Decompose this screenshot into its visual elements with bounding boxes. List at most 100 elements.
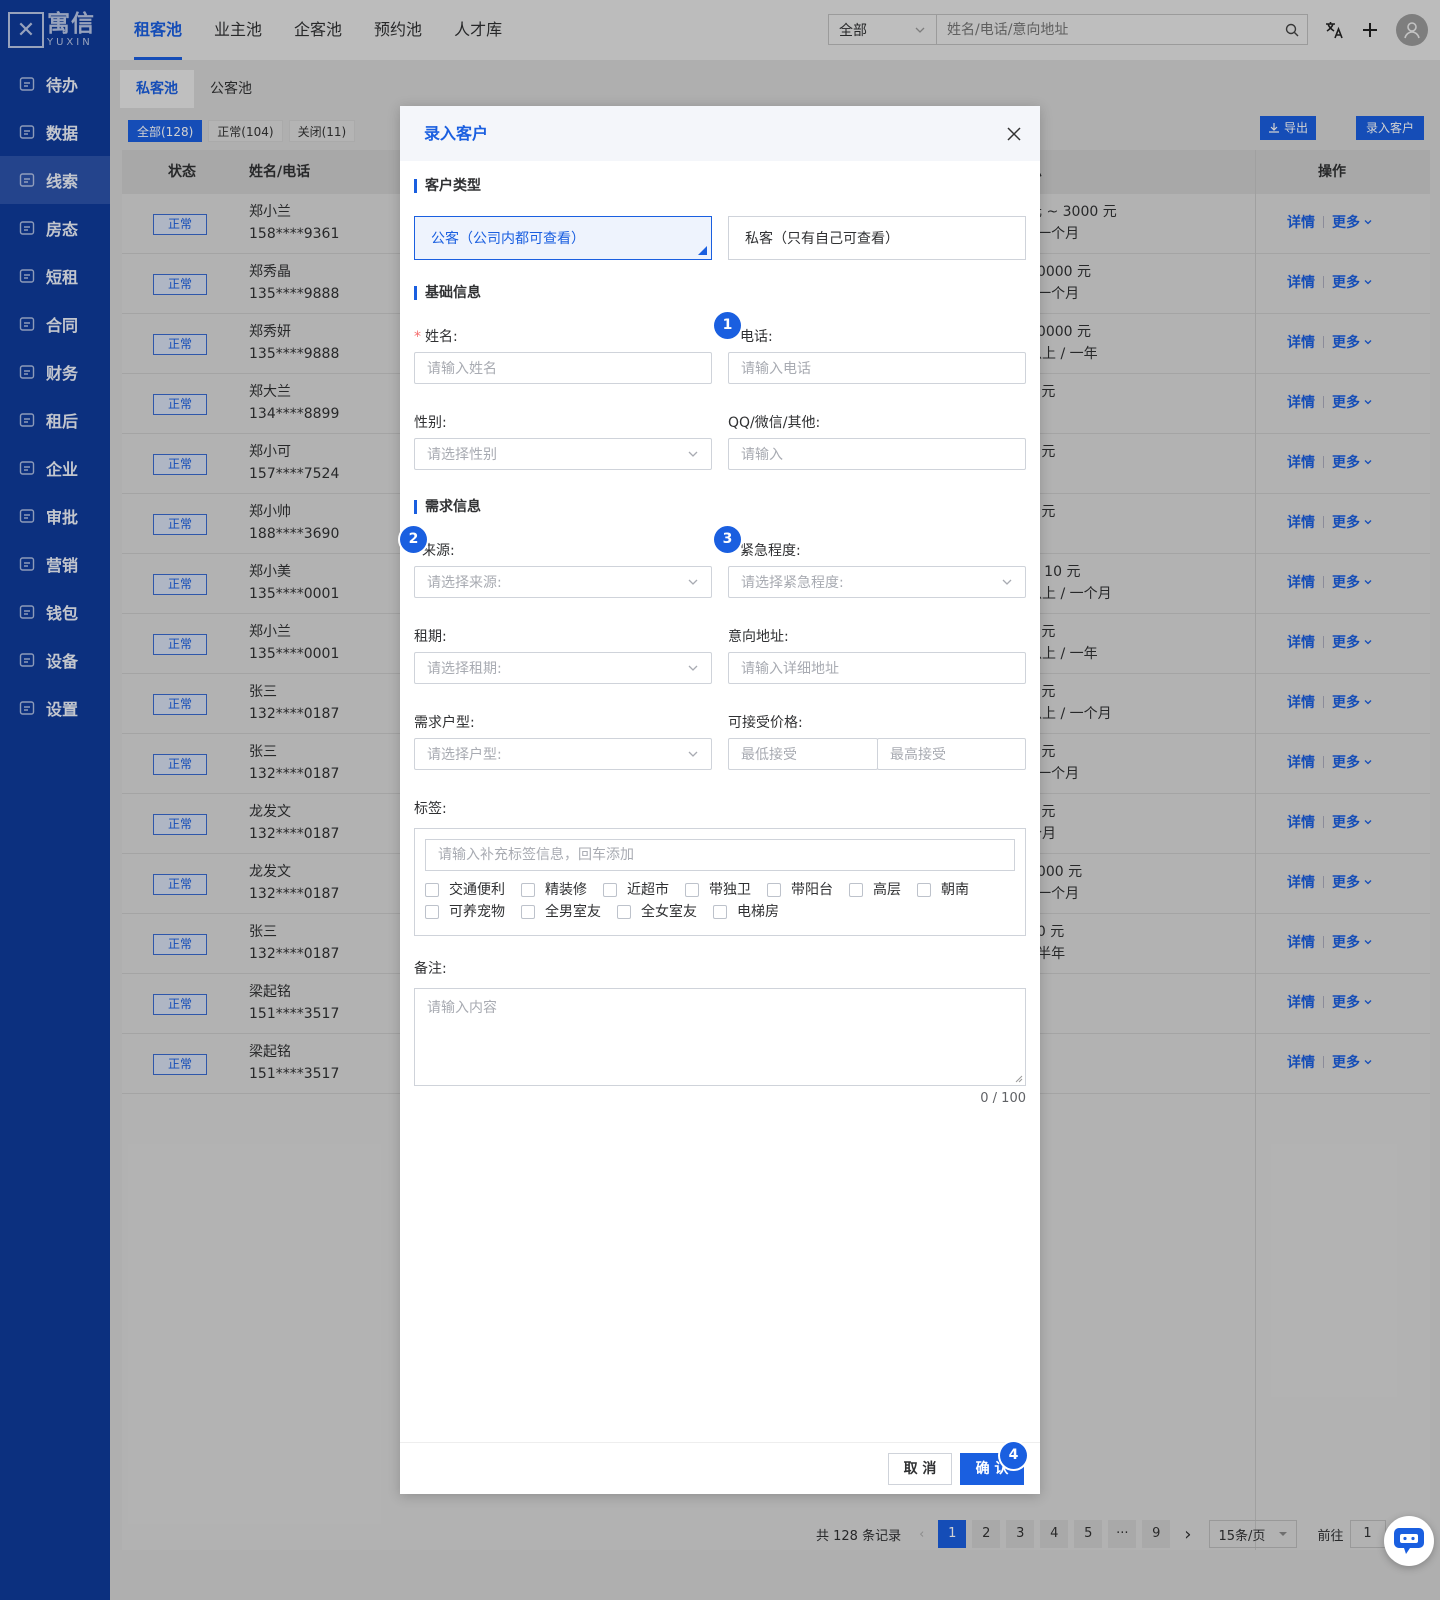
resize-handle-icon[interactable] bbox=[1015, 1075, 1023, 1083]
tag-option[interactable]: 全女室友 bbox=[617, 903, 697, 921]
remark-placeholder: 请输入内容 bbox=[427, 1000, 497, 1016]
checkbox[interactable] bbox=[425, 883, 439, 897]
tags-box: 请输入补充标签信息，回车添加 交通便利 精装修 近超市 带独卫 带阳台 高层 朝南 可养宠物… bbox=[414, 828, 1026, 936]
chat-assistant-button[interactable] bbox=[1384, 1516, 1434, 1566]
chat-bot-icon bbox=[1394, 1528, 1424, 1554]
price-max-placeholder: 最高接受 bbox=[890, 747, 946, 763]
tag-option-label: 交通便利 bbox=[449, 882, 505, 898]
dialog-header: 录入客户 bbox=[400, 106, 1040, 161]
tag-option[interactable]: 交通便利 bbox=[425, 881, 505, 899]
tag-option[interactable]: 高层 bbox=[849, 881, 901, 899]
dialog-title: 录入客户 bbox=[424, 124, 489, 143]
address-label: 意向地址: bbox=[728, 629, 789, 645]
source-select[interactable]: 请选择来源: bbox=[414, 566, 712, 598]
source-placeholder: 请选择来源: bbox=[427, 575, 502, 591]
lease-placeholder: 请选择租期: bbox=[427, 661, 502, 677]
checkbox[interactable] bbox=[617, 905, 631, 919]
remark-textarea[interactable]: 请输入内容 bbox=[414, 988, 1026, 1086]
selected-corner-icon bbox=[698, 246, 707, 255]
checkbox[interactable] bbox=[521, 883, 535, 897]
checkbox[interactable] bbox=[425, 905, 439, 919]
customer-type-public-label: 公客（公司内都可查看） bbox=[431, 231, 585, 247]
section-basic-info: 基础信息 bbox=[414, 286, 481, 300]
address-input[interactable]: 请输入详细地址 bbox=[728, 652, 1026, 684]
layout-label: 需求户型: bbox=[414, 715, 475, 731]
tag-option[interactable]: 带独卫 bbox=[685, 881, 751, 899]
tag-option[interactable]: 带阳台 bbox=[767, 881, 833, 899]
name-label: * 姓名: bbox=[414, 326, 458, 346]
tag-option-label: 朝南 bbox=[941, 882, 969, 898]
price-min-input[interactable]: 最低接受 bbox=[728, 738, 878, 770]
name-label-text: 姓名: bbox=[425, 329, 458, 345]
tag-option[interactable]: 朝南 bbox=[917, 881, 969, 899]
tag-option-label: 全女室友 bbox=[641, 904, 697, 920]
step-marker-4: 4 bbox=[1000, 1442, 1027, 1469]
add-customer-dialog: 录入客户 客户类型 公客（公司内都可查看） 私客（只有自己可查看） 基础信息 *… bbox=[400, 106, 1040, 1494]
urgency-select[interactable]: 请选择紧急程度: bbox=[728, 566, 1026, 598]
chevron-down-icon bbox=[1002, 579, 1012, 585]
close-icon[interactable] bbox=[1004, 124, 1024, 144]
tag-option-label: 高层 bbox=[873, 882, 901, 898]
chevron-down-icon bbox=[688, 579, 698, 585]
step-marker-1: 1 bbox=[714, 312, 741, 339]
contact-input[interactable]: 请输入 bbox=[728, 438, 1026, 470]
required-mark: * bbox=[414, 329, 421, 345]
step-marker-3: 3 bbox=[714, 526, 741, 553]
lease-select[interactable]: 请选择租期: bbox=[414, 652, 712, 684]
remark-counter: 0 / 100 bbox=[980, 1091, 1026, 1106]
phone-placeholder: 请输入电话 bbox=[741, 361, 811, 377]
name-placeholder: 请输入姓名 bbox=[427, 361, 497, 377]
checkbox[interactable] bbox=[917, 883, 931, 897]
tag-option[interactable]: 精装修 bbox=[521, 881, 587, 899]
checkbox[interactable] bbox=[849, 883, 863, 897]
section-customer-type: 客户类型 bbox=[414, 179, 481, 193]
tag-option[interactable]: 全男室友 bbox=[521, 903, 601, 921]
phone-input[interactable]: 请输入电话 bbox=[728, 352, 1026, 384]
tag-option-label: 全男室友 bbox=[545, 904, 601, 920]
dialog-footer: 取 消 确 认 bbox=[400, 1442, 1040, 1494]
checkbox[interactable] bbox=[685, 883, 699, 897]
contact-label: QQ/微信/其他: bbox=[728, 415, 821, 431]
checkbox[interactable] bbox=[603, 883, 617, 897]
gender-select[interactable]: 请选择性别 bbox=[414, 438, 712, 470]
checkbox[interactable] bbox=[767, 883, 781, 897]
chevron-down-icon bbox=[688, 751, 698, 757]
tag-option-label: 精装修 bbox=[545, 882, 587, 898]
tag-option[interactable]: 近超市 bbox=[603, 881, 669, 899]
section-demand-info: 需求信息 bbox=[414, 500, 481, 514]
urgency-placeholder: 请选择紧急程度: bbox=[741, 575, 844, 591]
source-label: 来源: bbox=[422, 543, 455, 559]
checkbox[interactable] bbox=[713, 905, 727, 919]
tag-option-label: 电梯房 bbox=[737, 904, 779, 920]
remark-label: 备注: bbox=[414, 961, 447, 977]
customer-type-private[interactable]: 私客（只有自己可查看） bbox=[728, 216, 1026, 260]
checkbox[interactable] bbox=[521, 905, 535, 919]
tag-option[interactable]: 可养宠物 bbox=[425, 903, 505, 921]
gender-label: 性别: bbox=[414, 415, 447, 431]
name-input[interactable]: 请输入姓名 bbox=[414, 352, 712, 384]
layout-select[interactable]: 请选择户型: bbox=[414, 738, 712, 770]
tag-option-label: 可养宠物 bbox=[449, 904, 505, 920]
layout-placeholder: 请选择户型: bbox=[427, 747, 502, 763]
price-min-placeholder: 最低接受 bbox=[741, 747, 797, 763]
contact-placeholder: 请输入 bbox=[741, 447, 783, 463]
tag-input[interactable]: 请输入补充标签信息，回车添加 bbox=[425, 839, 1015, 871]
address-placeholder: 请输入详细地址 bbox=[741, 661, 839, 677]
phone-label: 电话: bbox=[740, 329, 773, 345]
tags-label: 标签: bbox=[414, 801, 447, 817]
gender-placeholder: 请选择性别 bbox=[427, 447, 497, 463]
lease-label: 租期: bbox=[414, 629, 447, 645]
customer-type-public[interactable]: 公客（公司内都可查看） bbox=[414, 216, 712, 260]
chevron-down-icon bbox=[688, 451, 698, 457]
chevron-down-icon bbox=[688, 665, 698, 671]
tag-option[interactable]: 电梯房 bbox=[713, 903, 779, 921]
price-max-input[interactable]: 最高接受 bbox=[877, 738, 1026, 770]
tag-option-label: 近超市 bbox=[627, 882, 669, 898]
cancel-button[interactable]: 取 消 bbox=[888, 1453, 952, 1485]
tag-option-label: 带独卫 bbox=[709, 882, 751, 898]
step-marker-2: 2 bbox=[400, 526, 427, 553]
tag-option-label: 带阳台 bbox=[791, 882, 833, 898]
urgency-label: 紧急程度: bbox=[740, 543, 801, 559]
price-label: 可接受价格: bbox=[728, 715, 803, 731]
customer-type-private-label: 私客（只有自己可查看） bbox=[745, 231, 899, 247]
